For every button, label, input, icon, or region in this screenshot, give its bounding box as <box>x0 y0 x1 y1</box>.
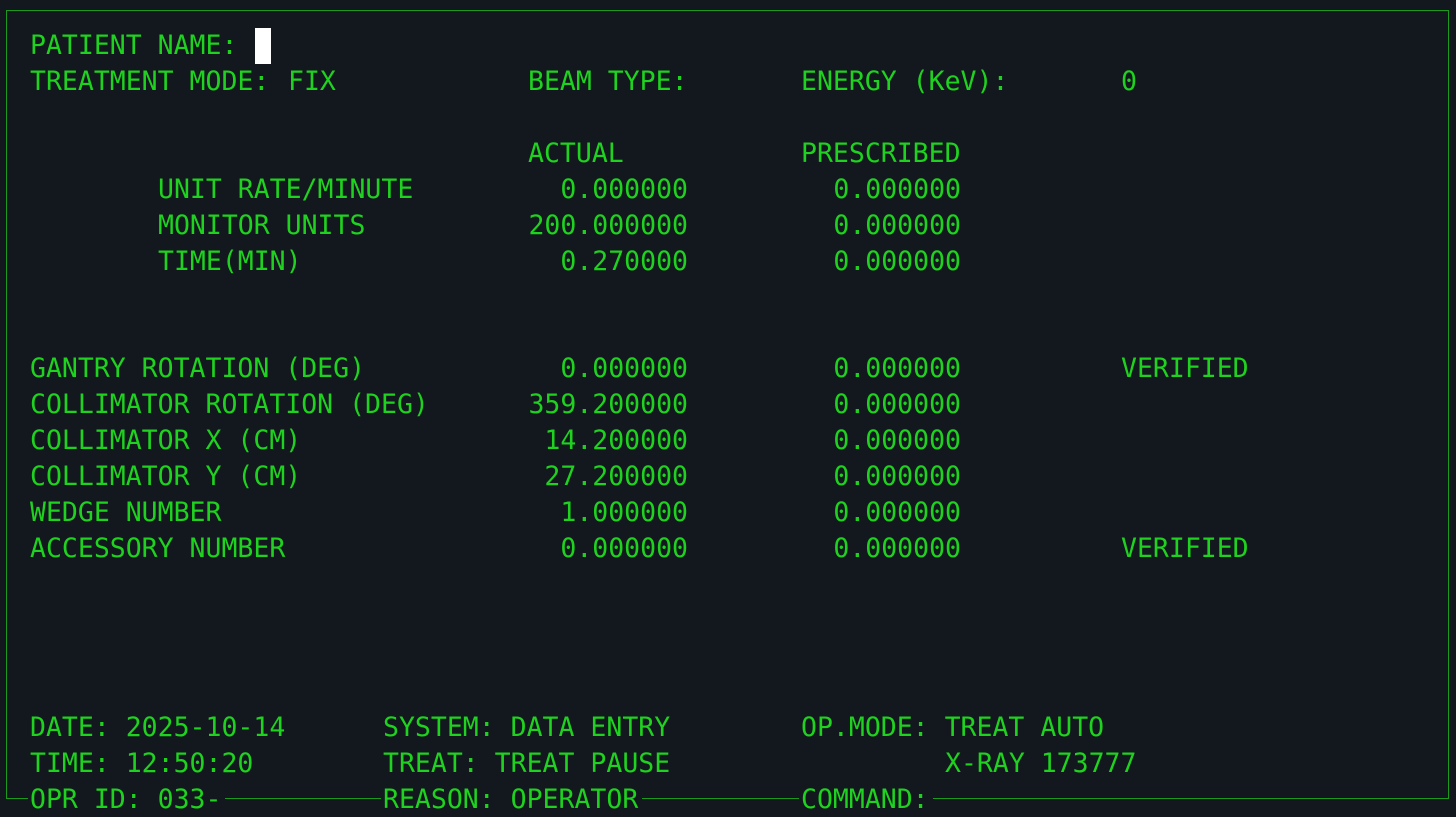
system-status: SYSTEM: DATA ENTRY <box>383 712 671 743</box>
geometry-row-actual: 1.000000 <box>560 497 688 528</box>
geometry-row-actual: 27.200000 <box>544 461 688 492</box>
dose-row-actual: 0.000000 <box>560 174 688 205</box>
reason-status: REASON: OPERATOR <box>381 782 643 817</box>
command-label: COMMAND: <box>799 782 933 817</box>
geometry-row-prescribed[interactable]: 0.000000 <box>761 423 961 459</box>
operator-id: OPR ID: 033- <box>28 782 226 817</box>
geometry-row-label: WEDGE NUMBER <box>30 497 222 528</box>
geometry-row-label: COLLIMATOR Y (CM) <box>30 461 302 492</box>
geometry-row-prescribed[interactable]: 0.000000 <box>761 351 961 387</box>
geometry-row-actual: 0.000000 <box>560 353 688 384</box>
column-header-prescribed: PRESCRIBED <box>801 138 961 169</box>
geometry-row-actual: 0.000000 <box>560 533 688 564</box>
time-readout: TIME: 12:50:20 <box>30 748 254 779</box>
geometry-row-label: ACCESSORY NUMBER <box>30 533 286 564</box>
dose-row-actual: 0.270000 <box>560 246 688 277</box>
text-cursor <box>255 28 271 64</box>
command-input[interactable] <box>945 782 985 817</box>
geometry-row-label: GANTRY ROTATION (DEG) <box>30 353 366 384</box>
treat-status: TREAT: TREAT PAUSE <box>383 748 671 779</box>
energy-value[interactable]: 0 <box>1121 64 1137 100</box>
geometry-row-status: VERIFIED <box>1121 533 1249 564</box>
geometry-row-actual: 14.200000 <box>544 425 688 456</box>
op-mode-status: OP.MODE: TREAT AUTO <box>801 712 1105 743</box>
dose-row-label: TIME(MIN) <box>158 246 302 277</box>
geometry-row-prescribed[interactable]: 0.000000 <box>761 459 961 495</box>
date-readout: DATE: 2025-10-14 <box>30 712 286 743</box>
beam-type-label: BEAM TYPE: <box>528 66 688 97</box>
energy-label: ENERGY (KeV): <box>801 66 1009 97</box>
geometry-row-status: VERIFIED <box>1121 353 1249 384</box>
dose-row-prescribed[interactable]: 0.000000 <box>761 244 961 280</box>
treatment-mode-label: TREATMENT MODE: <box>30 66 270 97</box>
column-header-actual: ACTUAL <box>528 138 624 169</box>
dose-row-prescribed[interactable]: 0.000000 <box>761 172 961 208</box>
dose-row-prescribed[interactable]: 0.000000 <box>761 208 961 244</box>
patient-name-label: PATIENT NAME: <box>30 30 238 61</box>
geometry-row-label: COLLIMATOR ROTATION (DEG) <box>30 389 429 420</box>
geometry-row-actual: 359.200000 <box>528 389 688 420</box>
geometry-row-prescribed[interactable]: 0.000000 <box>761 387 961 423</box>
geometry-row-label: COLLIMATOR X (CM) <box>30 425 302 456</box>
dose-row-actual: 200.000000 <box>528 210 688 241</box>
geometry-row-prescribed[interactable]: 0.000000 <box>761 531 961 567</box>
treatment-mode-value[interactable]: FIX <box>288 64 336 100</box>
dose-row-label: UNIT RATE/MINUTE <box>158 174 414 205</box>
dose-row-label: MONITOR UNITS <box>158 210 366 241</box>
xray-status: X-RAY 173777 <box>945 748 1137 779</box>
geometry-row-prescribed[interactable]: 0.000000 <box>761 495 961 531</box>
